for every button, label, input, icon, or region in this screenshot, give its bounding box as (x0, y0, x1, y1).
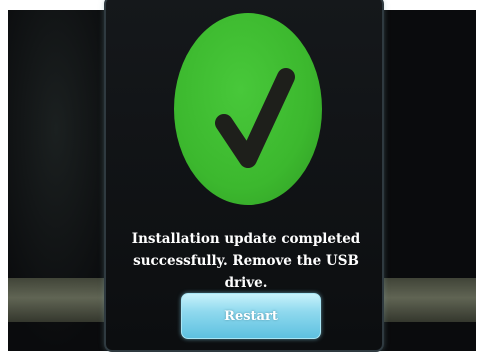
status-message: Installation update completed successful… (131, 231, 361, 291)
restart-button[interactable]: Restart (181, 293, 321, 339)
checkmark-icon (174, 13, 322, 205)
